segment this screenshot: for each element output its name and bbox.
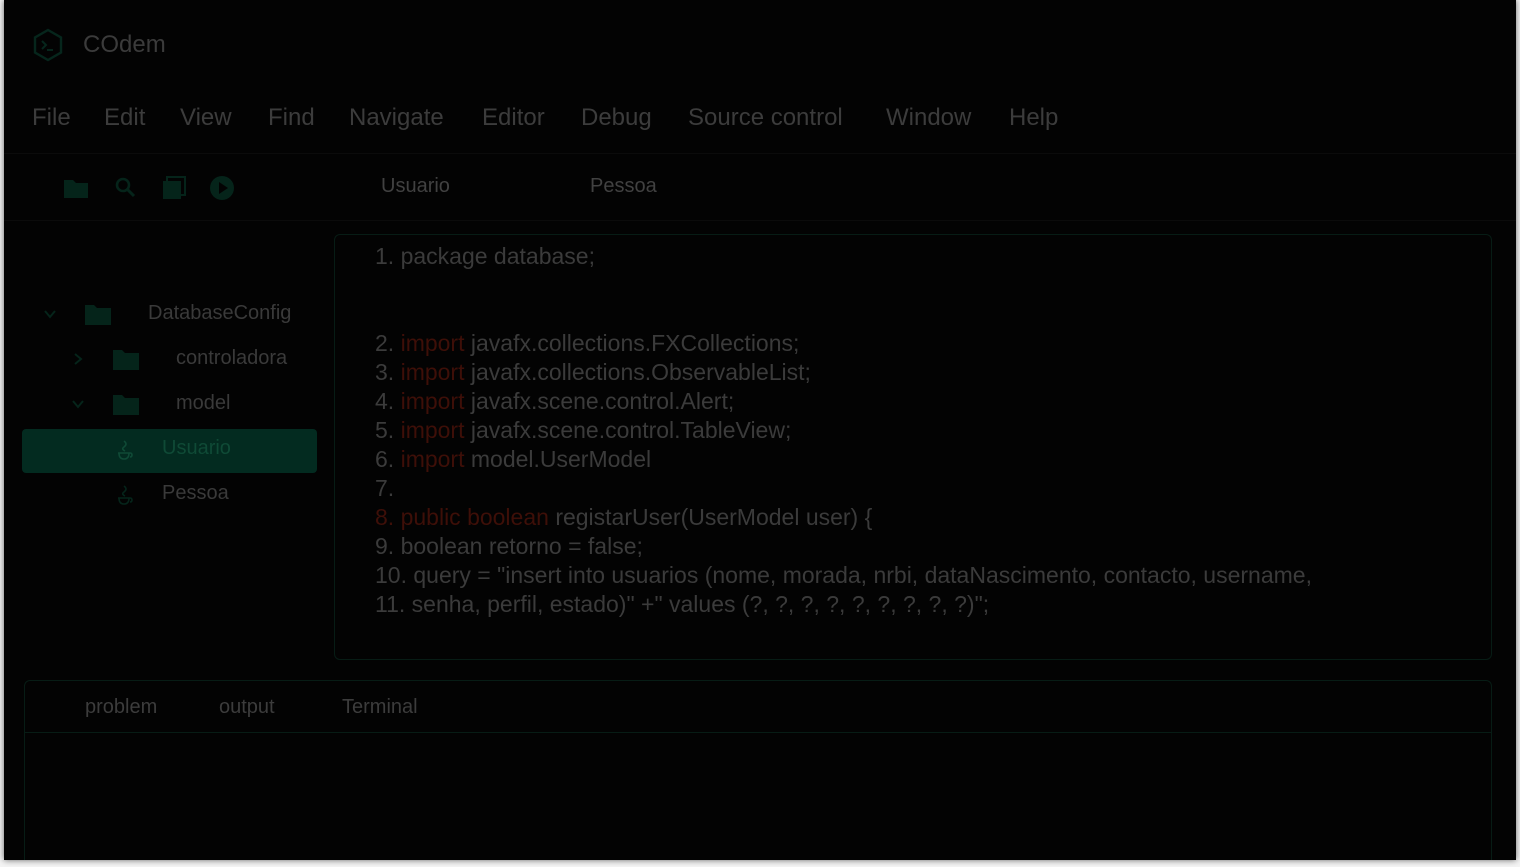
tree-item-label: Usuario	[162, 437, 231, 459]
java-file-icon	[118, 485, 133, 505]
menu-navigate[interactable]: Navigate	[349, 104, 444, 132]
menu-help[interactable]: Help	[1009, 104, 1058, 132]
tree-item-usuario[interactable]: Usuario	[22, 429, 317, 473]
chevron-down-icon[interactable]	[70, 396, 86, 412]
chevron-right-icon[interactable]	[70, 351, 86, 367]
menu-bar: File Edit View Find Navigate Editor Debu…	[4, 96, 1516, 144]
menu-file[interactable]: File	[32, 104, 71, 132]
menu-view[interactable]: View	[180, 104, 232, 132]
tab-output[interactable]: output	[219, 696, 275, 719]
code-line: 6. import model.UserModel	[375, 446, 652, 472]
code-line: 9. boolean retorno = false;	[375, 533, 643, 559]
code-line: 8. public boolean registarUser(UserModel…	[375, 504, 873, 530]
tree-item-label: Pessoa	[162, 482, 229, 504]
code-line: 3. import javafx.collections.ObservableL…	[375, 359, 811, 385]
folder-icon	[85, 305, 111, 325]
tree-item-databaseconfig[interactable]: DatabaseConfig	[22, 294, 317, 338]
code-line: 5. import javafx.scene.control.TableView…	[375, 417, 792, 443]
bottom-panel: problem output Terminal	[24, 680, 1492, 860]
tree-item-pessoa[interactable]: Pessoa	[22, 474, 317, 518]
tree-item-label: controladora	[176, 347, 288, 369]
app-title: COdem	[83, 31, 166, 58]
folder-icon[interactable]	[62, 174, 90, 202]
menu-debug[interactable]: Debug	[581, 104, 652, 132]
code-line: 2. import javafx.collections.FXCollectio…	[375, 330, 800, 356]
folder-icon	[113, 395, 139, 415]
tree-item-model[interactable]: model	[22, 384, 317, 428]
tab-pessoa[interactable]: Pessoa	[590, 175, 657, 198]
menu-source-control[interactable]: Source control	[688, 104, 843, 132]
chevron-down-icon[interactable]	[42, 306, 58, 322]
search-icon[interactable]	[112, 174, 140, 202]
code-line: 7.	[375, 475, 395, 501]
tree-item-label: DatabaseConfig	[148, 302, 292, 324]
code-editor[interactable]: 1. package database; 2. import javafx.co…	[334, 234, 1492, 660]
tab-terminal[interactable]: Terminal	[342, 696, 418, 719]
tab-usuario[interactable]: Usuario	[381, 175, 450, 198]
menu-find[interactable]: Find	[268, 104, 315, 132]
menu-editor[interactable]: Editor	[482, 104, 545, 132]
file-explorer: DatabaseConfig controladora model Usuari…	[22, 230, 320, 650]
ide-window: COdem File Edit View Find Navigate Edito…	[4, 0, 1516, 860]
folder-icon	[113, 350, 139, 370]
code-line: 11. senha, perfil, estado)" +" values (?…	[375, 591, 990, 617]
run-icon[interactable]	[208, 174, 236, 202]
code-line: 1. package database;	[375, 243, 595, 269]
code-line: 4. import javafx.scene.control.Alert;	[375, 388, 735, 414]
menu-window[interactable]: Window	[886, 104, 971, 132]
menu-edit[interactable]: Edit	[104, 104, 145, 132]
files-icon[interactable]	[160, 174, 188, 202]
panel-tab-bar: problem output Terminal	[25, 681, 1491, 733]
title-bar: COdem	[4, 0, 1516, 88]
code-line: 10. query = "insert into usuarios (nome,…	[375, 562, 1312, 588]
tree-item-controladora[interactable]: controladora	[22, 339, 317, 383]
app-logo-icon	[33, 28, 63, 62]
tab-problem[interactable]: problem	[85, 696, 157, 719]
tree-item-label: model	[176, 392, 231, 414]
toolbar: Usuario Pessoa	[4, 153, 1516, 221]
java-file-icon	[118, 440, 133, 460]
